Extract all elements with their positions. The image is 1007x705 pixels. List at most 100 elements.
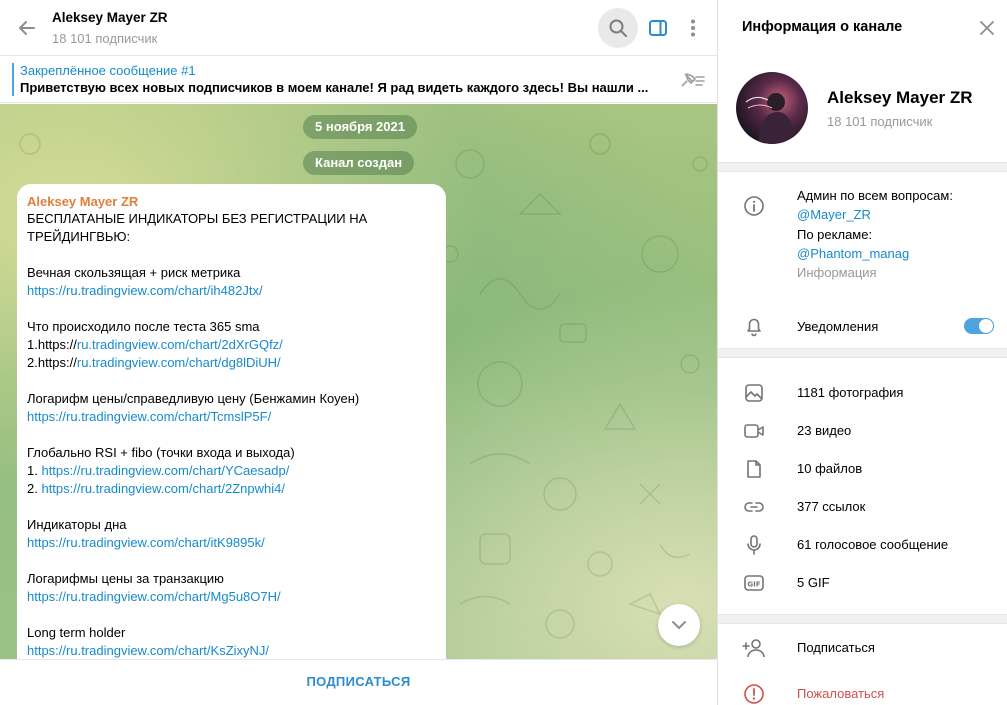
channel-avatar[interactable]: [736, 72, 808, 144]
section-divider: [718, 614, 1007, 624]
message-line: [27, 372, 436, 390]
message-text: 2.: [27, 481, 42, 496]
pinned-accent-bar: [12, 63, 14, 96]
video-icon: [742, 419, 766, 443]
message-link[interactable]: https://ru.tradingview.com/chart/itK9895…: [27, 535, 265, 550]
message-text: Что происходило после теста 365 sma: [27, 319, 260, 334]
channel-created-notice: Канал создан: [303, 151, 415, 175]
message-text: Long term holder: [27, 625, 126, 640]
chat-pane: Aleksey Mayer ZR 18 101 подписчик Закреп…: [0, 0, 717, 705]
sidebar-toggle-icon[interactable]: [638, 8, 678, 48]
link-icon: [742, 495, 766, 519]
description-caption: Информация: [797, 265, 877, 281]
message-author[interactable]: Aleksey Mayer ZR: [27, 194, 436, 210]
message-link[interactable]: https://ru.tradingview.com/chart/YCaesad…: [41, 463, 289, 478]
info-icon: [742, 194, 766, 218]
chat-subscriber-count: 18 101 подписчик: [52, 31, 158, 46]
report-action[interactable]: Пожаловаться: [797, 686, 884, 701]
message-text: Глобально RSI + fibo (точки входа и выхо…: [27, 445, 295, 460]
message-link[interactable]: ru.tradingview.com/chart/dg8lDiUH/: [77, 355, 281, 370]
bottom-bar: ПОДПИСАТЬСЯ: [0, 659, 717, 705]
message-link[interactable]: https://ru.tradingview.com/chart/Mg5u8O7…: [27, 589, 281, 604]
media-voice[interactable]: 61 голосовое сообщение: [797, 537, 948, 552]
message-link[interactable]: https://ru.tradingview.com/chart/2Znpwhi…: [41, 481, 285, 496]
message-text: ТРЕЙДИНГВЬЮ:: [27, 229, 131, 244]
message-text: Логарифм цены/справедливую цену (Бенжами…: [27, 391, 360, 406]
pin-list-icon[interactable]: [676, 66, 708, 94]
svg-text:GIF: GIF: [747, 581, 760, 589]
chat-header: Aleksey Mayer ZR 18 101 подписчик: [0, 0, 717, 56]
admin-username-link[interactable]: @Mayer_ZR: [797, 207, 871, 222]
message-line: Вечная скользящая + риск метрика: [27, 264, 436, 282]
message-link[interactable]: https://ru.tradingview.com/chart/ih482Jt…: [27, 283, 263, 298]
message-line: 1.https://ru.tradingview.com/chart/2dXrG…: [27, 336, 436, 354]
media-files[interactable]: 10 файлов: [797, 461, 862, 476]
message-area[interactable]: 5 ноября 2021 Канал создан Aleksey Mayer…: [0, 104, 717, 659]
close-icon[interactable]: [976, 17, 998, 39]
message-line: [27, 552, 436, 570]
back-arrow-icon[interactable]: [14, 15, 40, 41]
message-line: Логарифм цены/справедливую цену (Бенжами…: [27, 390, 436, 408]
message-text: 1.https://: [27, 337, 77, 352]
scroll-down-button[interactable]: [658, 604, 700, 646]
message-line: https://ru.tradingview.com/chart/TcmslP5…: [27, 408, 436, 426]
message-line: Что происходило после теста 365 sma: [27, 318, 436, 336]
message-line: Long term holder: [27, 624, 436, 642]
media-links[interactable]: 377 ссылок: [797, 499, 865, 514]
message-text: БЕСПЛАТАНЫЕ ИНДИКАТОРЫ БЕЗ РЕГИСТРАЦИИ Н…: [27, 211, 368, 226]
message-line: ТРЕЙДИНГВЬЮ:: [27, 228, 436, 246]
more-options-icon[interactable]: [673, 8, 713, 48]
file-icon: [742, 457, 766, 481]
media-gifs[interactable]: 5 GIF: [797, 575, 830, 590]
description-line: Админ по всем вопросам:: [797, 188, 953, 203]
section-divider: [718, 348, 1007, 358]
message-line: БЕСПЛАТАНЫЕ ИНДИКАТОРЫ БЕЗ РЕГИСТРАЦИИ Н…: [27, 210, 436, 228]
message-link[interactable]: ru.tradingview.com/chart/2dXrGQfz/: [77, 337, 283, 352]
add-user-icon: [742, 636, 766, 660]
message-line: [27, 498, 436, 516]
message-line: 2. https://ru.tradingview.com/chart/2Znp…: [27, 480, 436, 498]
media-photos[interactable]: 1181 фотография: [797, 385, 903, 400]
message-body: БЕСПЛАТАНЫЕ ИНДИКАТОРЫ БЕЗ РЕГИСТРАЦИИ Н…: [27, 210, 436, 659]
toggle-knob: [979, 319, 993, 333]
message-line: Индикаторы дна: [27, 516, 436, 534]
channel-info-panel: Информация о канале Aleksey Mayer ZR 18 …: [717, 0, 1007, 705]
section-divider: [718, 162, 1007, 172]
chat-title[interactable]: Aleksey Mayer ZR: [52, 10, 168, 25]
message-link[interactable]: https://ru.tradingview.com/chart/TcmslP5…: [27, 409, 271, 424]
ads-username-link[interactable]: @Phantom_manag: [797, 246, 909, 261]
microphone-icon: [742, 533, 766, 557]
message-line: [27, 300, 436, 318]
message-line: [27, 606, 436, 624]
message-line: 2.https://ru.tradingview.com/chart/dg8lD…: [27, 354, 436, 372]
report-icon: [742, 682, 766, 705]
pinned-label: Закреплённое сообщение #1: [20, 63, 196, 78]
pinned-text: Приветствую всех новых подписчиков в мое…: [20, 80, 649, 95]
subscribe-button[interactable]: ПОДПИСАТЬСЯ: [306, 674, 410, 689]
channel-name: Aleksey Mayer ZR: [827, 88, 973, 107]
message-line: https://ru.tradingview.com/chart/ih482Jt…: [27, 282, 436, 300]
channel-subscriber-count: 18 101 подписчик: [827, 114, 933, 129]
message-line: [27, 426, 436, 444]
notifications-toggle[interactable]: [964, 318, 994, 334]
subscribe-action[interactable]: Подписаться: [797, 640, 875, 655]
message-line: Глобально RSI + fibo (точки входа и выхо…: [27, 444, 436, 462]
pinned-message-bar[interactable]: Закреплённое сообщение #1 Приветствую вс…: [0, 56, 717, 103]
message-bubble[interactable]: Aleksey Mayer ZR БЕСПЛАТАНЫЕ ИНДИКАТОРЫ …: [17, 184, 446, 659]
message-link[interactable]: https://ru.tradingview.com/chart/KsZixyN…: [27, 643, 269, 658]
bell-icon: [742, 314, 766, 338]
notifications-label: Уведомления: [797, 319, 879, 334]
message-line: https://ru.tradingview.com/chart/Mg5u8O7…: [27, 588, 436, 606]
chevron-down-icon: [672, 621, 686, 629]
description-line: По рекламе:: [797, 226, 873, 242]
message-line: Логарифмы цены за транзакцию: [27, 570, 436, 588]
search-icon[interactable]: [598, 8, 638, 48]
media-videos[interactable]: 23 видео: [797, 423, 851, 438]
message-text: 2.https://: [27, 355, 77, 370]
gif-icon: GIF: [742, 571, 766, 595]
date-divider: 5 ноября 2021: [303, 115, 417, 139]
message-text: Логарифмы цены за транзакцию: [27, 571, 224, 586]
message-text: Вечная скользящая + риск метрика: [27, 265, 241, 280]
message-line: [27, 246, 436, 264]
info-panel-title: Информация о канале: [742, 19, 903, 35]
